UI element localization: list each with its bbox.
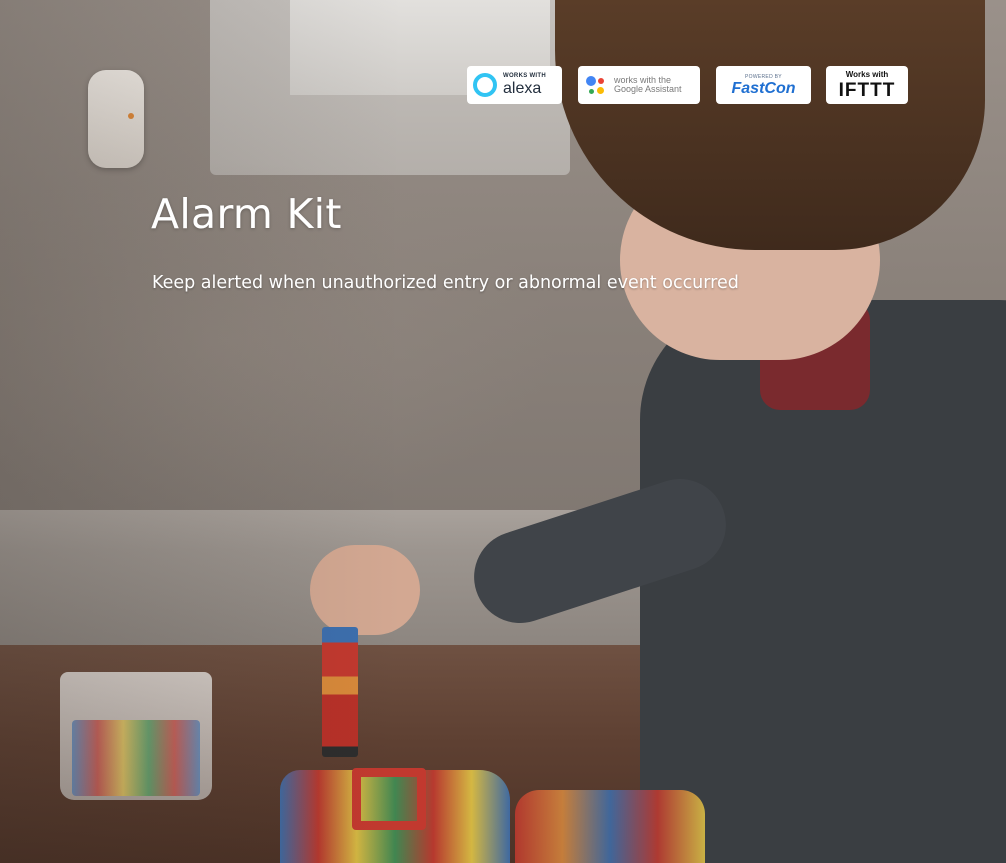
fastcon-badge: POWERED BY FastCon bbox=[716, 66, 811, 104]
alexa-badge-text: WORKS WITH alexa bbox=[503, 73, 546, 97]
hero-title: Alarm Kit bbox=[151, 190, 342, 238]
google-badge-text: works with the Google Assistant bbox=[614, 75, 682, 95]
alexa-badge-line1: WORKS WITH bbox=[503, 73, 546, 79]
google-assistant-icon bbox=[586, 74, 608, 96]
fastcon-badge-line1: POWERED BY bbox=[745, 73, 782, 80]
fastcon-badge-line2: FastCon bbox=[731, 79, 796, 97]
google-badge-line2: Google Assistant bbox=[614, 84, 682, 94]
alexa-badge: WORKS WITH alexa bbox=[467, 66, 562, 104]
alexa-badge-line2: alexa bbox=[503, 80, 542, 97]
ifttt-badge-line1: Works with bbox=[845, 69, 889, 79]
google-assistant-badge: works with the Google Assistant bbox=[578, 66, 700, 104]
hero-subtitle: Keep alerted when unauthorized entry or … bbox=[152, 273, 739, 293]
image-overlay bbox=[0, 0, 1006, 863]
ifttt-badge: Works with IFTTT bbox=[826, 66, 908, 104]
ifttt-badge-line2: IFTTT bbox=[838, 79, 896, 101]
hero-banner: WORKS WITH alexa works with the Google A… bbox=[0, 0, 1006, 863]
alexa-ring-icon bbox=[473, 73, 497, 97]
